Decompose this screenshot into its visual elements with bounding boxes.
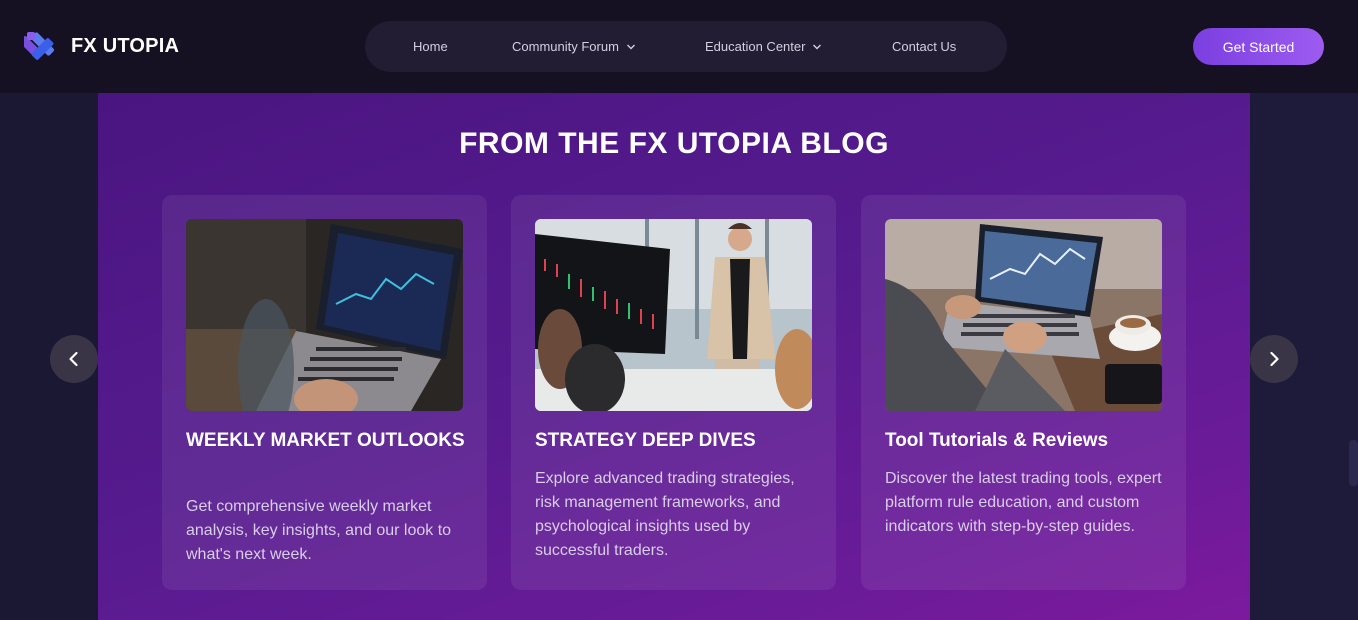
nav-contact-us-label: Contact Us — [892, 39, 957, 54]
card-title: Tool Tutorials & Reviews — [885, 430, 1109, 451]
blog-card-weekly-market-outlooks[interactable]: WEEKLY MARKET OUTLOOKS Get comprehensive… — [162, 195, 487, 590]
nav-contact-us[interactable]: Contact Us — [892, 21, 956, 72]
blog-card-strategy-deep-dives[interactable]: STRATEGY DEEP DIVES Explore advanced tra… — [511, 195, 836, 590]
card-title: WEEKLY MARKET OUTLOOKS — [186, 430, 465, 451]
presenter-with-trading-screen-photo — [535, 219, 812, 411]
card-title: STRATEGY DEEP DIVES — [535, 430, 756, 451]
chevron-right-icon — [1270, 351, 1279, 367]
nav-community-forum[interactable]: Community Forum — [512, 21, 636, 72]
laptop-trading-chart-photo — [186, 219, 463, 411]
nav-community-forum-label: Community Forum — [512, 39, 619, 54]
card-description: Discover the latest trading tools, exper… — [885, 470, 1162, 535]
brand-logo[interactable]: FX UTOPIA — [24, 29, 179, 63]
chevron-left-icon — [69, 351, 78, 367]
nav-home-label: Home — [413, 39, 448, 54]
card-description: Explore advanced trading strategies, ris… — [535, 470, 795, 559]
site-header: FX UTOPIA Home Community Forum Education… — [0, 0, 1358, 93]
carousel-prev-button[interactable] — [50, 335, 98, 383]
hands-on-laptop-with-coffee-photo — [885, 219, 1162, 411]
card-description: Get comprehensive weekly market analysis… — [186, 498, 452, 563]
fx-utopia-logo-icon — [24, 32, 55, 60]
chevron-down-icon — [813, 44, 822, 49]
brand-name: FX UTOPIA — [71, 34, 180, 57]
chevron-down-icon — [626, 44, 635, 49]
blog-section-title: FROM THE FX UTOPIA BLOG — [459, 127, 889, 160]
carousel-next-button[interactable] — [1250, 335, 1298, 383]
nav-home[interactable]: Home — [413, 21, 448, 72]
blog-card-tool-tutorials-reviews[interactable]: Tool Tutorials & Reviews Discover the la… — [861, 195, 1186, 590]
blog-section: FROM THE FX UTOPIA BLOG WEEKLY MARKET OU… — [98, 93, 1250, 620]
main-nav: Home Community Forum Education Center Co… — [365, 21, 1007, 72]
get-started-button[interactable]: Get Started — [1193, 28, 1324, 65]
nav-education-center[interactable]: Education Center — [705, 21, 822, 72]
scrollbar-thumb[interactable] — [1349, 440, 1358, 486]
nav-education-center-label: Education Center — [705, 39, 806, 54]
